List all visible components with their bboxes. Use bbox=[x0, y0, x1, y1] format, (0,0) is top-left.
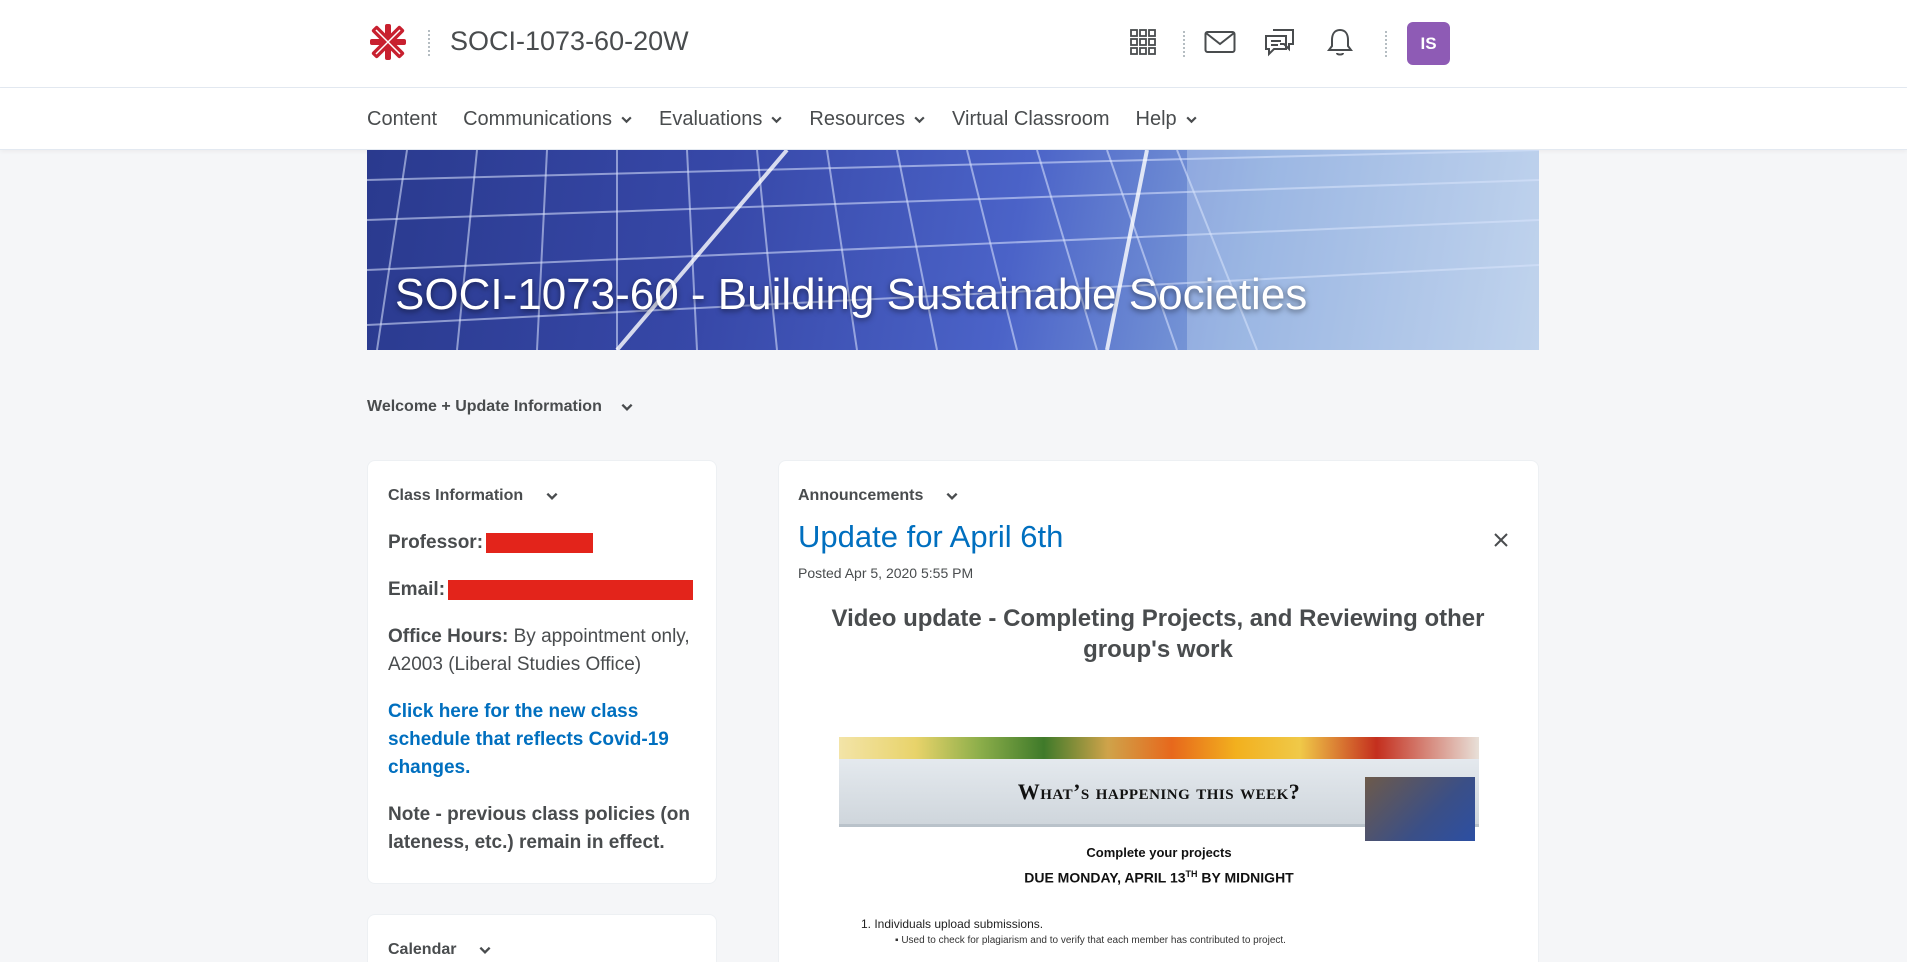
solar-panel-graphic bbox=[367, 150, 1539, 350]
bell-icon[interactable] bbox=[1322, 24, 1358, 60]
chevron-down-icon[interactable] bbox=[478, 943, 492, 957]
nav-item-communications[interactable]: Communications bbox=[463, 108, 633, 131]
nav-item-evaluations[interactable]: Evaluations bbox=[659, 108, 783, 131]
flowers-strip bbox=[839, 737, 1479, 759]
announcement-date: Posted Apr 5, 2020 5:55 PM bbox=[798, 565, 974, 581]
chevron-down-icon[interactable] bbox=[945, 489, 959, 503]
announcement-image: What’s happening this week? Complete you… bbox=[839, 737, 1479, 962]
header-divider bbox=[1183, 31, 1185, 57]
close-icon[interactable] bbox=[1492, 531, 1510, 549]
redacted-name bbox=[486, 532, 594, 553]
class-information-widget: Class Information Professor: Email: Offi… bbox=[367, 460, 717, 884]
mail-icon[interactable] bbox=[1202, 24, 1238, 60]
announcement-title-link[interactable]: Update for April 6th bbox=[798, 519, 1518, 555]
chevron-down-icon[interactable] bbox=[620, 400, 634, 414]
image-list-subitem: ▪ Used to check for plagiarism and to ve… bbox=[895, 935, 1286, 946]
widget-heading: Calendar bbox=[388, 941, 696, 959]
course-banner: SOCI-1073-60 - Building Sustainable Soci… bbox=[367, 150, 1539, 350]
announcements-widget: Announcements Update for April 6th Poste… bbox=[778, 460, 1539, 962]
professor-line: Professor: bbox=[388, 529, 696, 557]
announcement-heading: Video update - Completing Projects, and … bbox=[831, 605, 1485, 663]
widget-heading: Class Information bbox=[388, 487, 696, 505]
image-text-line: Complete your projects bbox=[1086, 845, 1232, 860]
nav-item-content[interactable]: Content bbox=[367, 108, 437, 131]
header-divider bbox=[428, 30, 430, 56]
top-header: SOCI-1073-60-20W IS bbox=[0, 0, 1907, 88]
waffle-icon[interactable] bbox=[1125, 24, 1161, 60]
schedule-link[interactable]: Click here for the new class schedule th… bbox=[388, 698, 696, 782]
calendar-widget: Calendar bbox=[367, 914, 717, 962]
chevron-down-icon bbox=[771, 116, 783, 123]
nav-items: Content Communications Evaluations Resou… bbox=[367, 88, 1198, 150]
video-thumbnail bbox=[1365, 777, 1475, 841]
widget-heading: Announcements bbox=[798, 487, 1518, 505]
avatar[interactable]: IS bbox=[1407, 22, 1450, 65]
nav-item-virtual-classroom[interactable]: Virtual Classroom bbox=[952, 108, 1109, 131]
logo-icon[interactable] bbox=[366, 20, 410, 64]
email-line: Email: bbox=[388, 576, 696, 604]
chevron-down-icon bbox=[1186, 116, 1197, 123]
nav-item-resources[interactable]: Resources bbox=[809, 108, 926, 131]
chat-icon[interactable] bbox=[1262, 24, 1298, 60]
welcome-widget-heading[interactable]: Welcome + Update Information bbox=[367, 398, 634, 416]
image-due-line: DUE MONDAY, APRIL 13TH BY MIDNIGHT bbox=[1024, 869, 1294, 886]
header-divider bbox=[1385, 31, 1387, 57]
nav-item-help[interactable]: Help bbox=[1136, 108, 1198, 131]
office-hours-line: Office Hours: By appointment only, A2003… bbox=[388, 626, 690, 675]
image-list-item: 1. Individuals upload submissions. bbox=[861, 917, 1044, 931]
chevron-down-icon[interactable] bbox=[545, 489, 559, 503]
course-code[interactable]: SOCI-1073-60-20W bbox=[450, 26, 689, 57]
course-title: SOCI-1073-60 - Building Sustainable Soci… bbox=[395, 270, 1308, 319]
chevron-down-icon bbox=[914, 116, 925, 123]
course-navbar: Content Communications Evaluations Resou… bbox=[0, 88, 1907, 150]
redacted-email bbox=[448, 579, 694, 600]
policy-note: Note - previous class policies (on laten… bbox=[388, 804, 690, 853]
chevron-down-icon bbox=[621, 116, 632, 123]
